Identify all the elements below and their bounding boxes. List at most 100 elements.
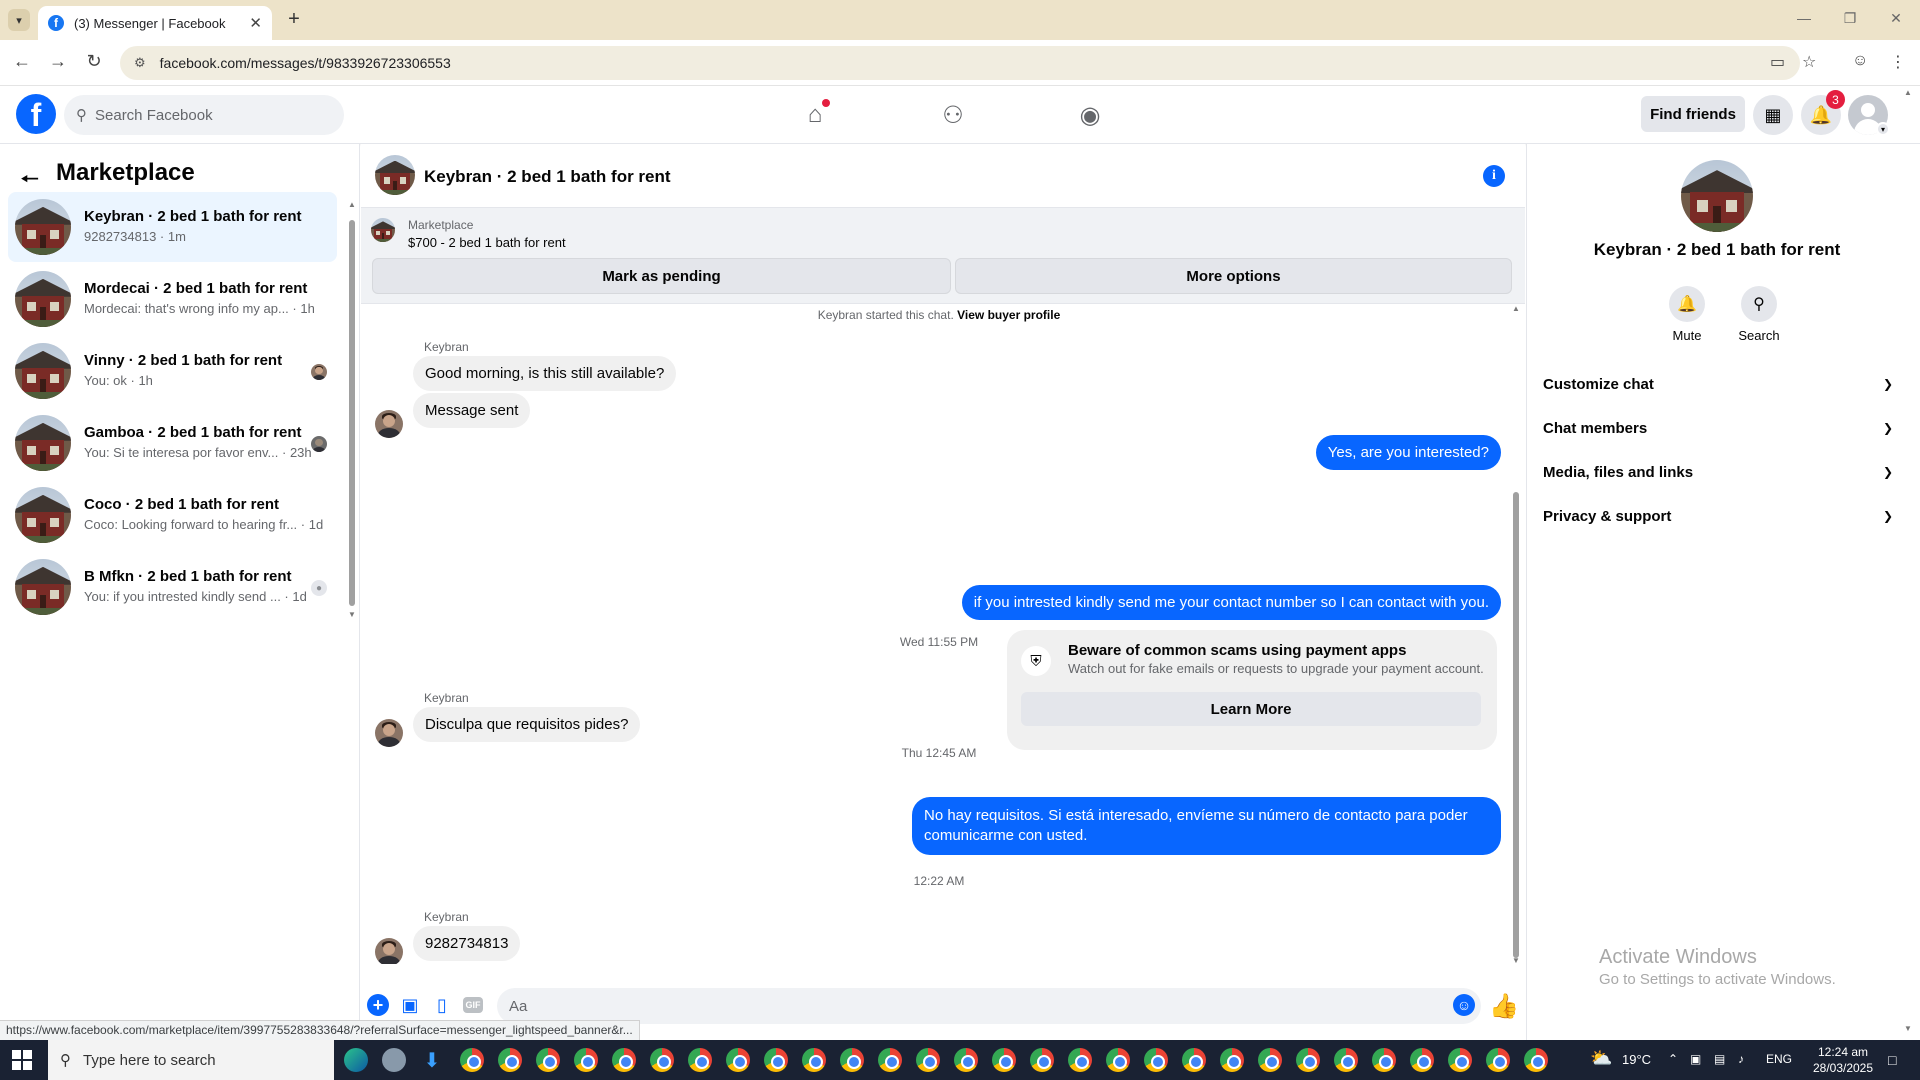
chrome-icon[interactable]: [1258, 1048, 1282, 1072]
conversation-item[interactable]: Vinny · 2 bed 1 bath for rent You: ok · …: [8, 336, 337, 406]
tab-search-button[interactable]: ▾: [8, 9, 30, 31]
site-settings-icon[interactable]: ⚙: [134, 55, 146, 71]
action-center-icon[interactable]: □: [1888, 1052, 1896, 1068]
chrome-icon[interactable]: [878, 1048, 902, 1072]
chrome-icon[interactable]: [954, 1048, 978, 1072]
chrome-icon[interactable]: [650, 1048, 674, 1072]
chrome-icon[interactable]: [1220, 1048, 1244, 1072]
customize-chat-section[interactable]: Customize chat ❯: [1543, 364, 1893, 404]
view-buyer-profile-link[interactable]: View buyer profile: [957, 308, 1060, 322]
emoji-icon[interactable]: ☺: [1453, 994, 1475, 1016]
media-files-links-section[interactable]: Media, files and links ❯: [1543, 452, 1893, 492]
minimize-window-icon[interactable]: —: [1792, 10, 1816, 26]
chrome-icon[interactable]: [460, 1048, 484, 1072]
chrome-icon[interactable]: [1030, 1048, 1054, 1072]
listing-title[interactable]: $700 - 2 bed 1 bath for rent: [408, 235, 566, 250]
sender-avatar[interactable]: [375, 410, 403, 438]
mute-button[interactable]: 🔔 Mute: [1657, 286, 1717, 343]
weather-icon[interactable]: ⛅: [1590, 1048, 1612, 1069]
home-icon[interactable]: ⌂: [798, 98, 832, 132]
chrome-icon[interactable]: [1372, 1048, 1396, 1072]
windows-start-icon[interactable]: [12, 1050, 32, 1070]
network-icon[interactable]: ▤: [1714, 1052, 1725, 1066]
chrome-icon[interactable]: [1410, 1048, 1434, 1072]
info-icon[interactable]: i: [1483, 165, 1505, 187]
thumbs-up-icon[interactable]: 👍: [1489, 992, 1519, 1021]
sender-avatar[interactable]: [375, 719, 403, 747]
chrome-icon[interactable]: [916, 1048, 940, 1072]
chat-title[interactable]: Keybran · 2 bed 1 bath for rent: [424, 167, 671, 187]
attach-photo-icon[interactable]: ▣: [399, 994, 421, 1016]
taskbar-clock[interactable]: 12:24 am 28/03/2025: [1806, 1044, 1880, 1076]
chrome-icon[interactable]: [1144, 1048, 1168, 1072]
chrome-icon[interactable]: [1524, 1048, 1548, 1072]
privacy-support-section[interactable]: Privacy & support ❯: [1543, 496, 1893, 536]
sticker-icon[interactable]: ▯: [431, 994, 453, 1016]
chrome-icon[interactable]: [764, 1048, 788, 1072]
outgoing-message[interactable]: Yes, are you interested?: [1315, 435, 1501, 470]
chrome-icon[interactable]: [1296, 1048, 1320, 1072]
chrome-icon[interactable]: [802, 1048, 826, 1072]
conversation-item[interactable]: Coco · 2 bed 1 bath for rent Coco: Looki…: [8, 480, 337, 550]
conversation-item[interactable]: Keybran · 2 bed 1 bath for rent 92827348…: [8, 192, 337, 262]
chat-scrollbar[interactable]: ▲ ▼: [1511, 304, 1521, 968]
message-input[interactable]: Aa: [497, 988, 1481, 1024]
chrome-icon[interactable]: [1106, 1048, 1130, 1072]
chrome-icon[interactable]: [992, 1048, 1016, 1072]
chrome-icon[interactable]: [498, 1048, 522, 1072]
more-actions-plus-icon[interactable]: +: [367, 994, 389, 1016]
install-app-icon[interactable]: ▭: [1770, 52, 1785, 72]
facebook-search-input[interactable]: ⚲ Search Facebook: [64, 95, 344, 135]
sender-avatar[interactable]: [375, 938, 403, 964]
chrome-icon[interactable]: [1448, 1048, 1472, 1072]
contact-avatar[interactable]: [1681, 160, 1753, 232]
forward-arrow-icon[interactable]: →: [46, 51, 70, 72]
chrome-icon[interactable]: [612, 1048, 636, 1072]
friends-icon[interactable]: ⚇: [936, 98, 970, 132]
address-bar[interactable]: ⚙ facebook.com/messages/t/98339267233065…: [120, 46, 1800, 80]
browser-tab-messenger[interactable]: f (3) Messenger | Facebook ✕: [38, 6, 272, 40]
listing-thumbnail[interactable]: [371, 218, 395, 242]
gif-icon[interactable]: GIF: [463, 997, 483, 1013]
outgoing-message[interactable]: No hay requisitos. Si está interesado, e…: [912, 797, 1501, 855]
bookmark-star-icon[interactable]: ☆: [1802, 52, 1816, 72]
groups-icon[interactable]: ◉: [1073, 98, 1107, 132]
chat-members-section[interactable]: Chat members ❯: [1543, 408, 1893, 448]
chrome-icon[interactable]: [1334, 1048, 1358, 1072]
edge-browser-icon[interactable]: [344, 1048, 368, 1072]
chrome-icon[interactable]: [1486, 1048, 1510, 1072]
chrome-icon[interactable]: [536, 1048, 560, 1072]
chat-avatar[interactable]: [375, 155, 415, 195]
conversation-item[interactable]: Mordecai · 2 bed 1 bath for rent Mordeca…: [8, 264, 337, 334]
more-options-button[interactable]: More options: [955, 258, 1512, 294]
language-indicator[interactable]: ENG: [1766, 1052, 1792, 1066]
show-hidden-icons-icon[interactable]: ⌃: [1668, 1052, 1678, 1066]
outgoing-message[interactable]: if you intrested kindly send me your con…: [961, 585, 1501, 620]
chrome-icon[interactable]: [1182, 1048, 1206, 1072]
new-tab-button[interactable]: +: [282, 8, 306, 31]
browser-menu-icon[interactable]: ⋮: [1890, 52, 1906, 72]
volume-icon[interactable]: ♪: [1738, 1052, 1744, 1066]
conversation-item[interactable]: Gamboa · 2 bed 1 bath for rent You: Si t…: [8, 408, 337, 478]
account-caret-icon[interactable]: ▾: [1876, 122, 1890, 136]
incoming-message[interactable]: Good morning, is this still available?: [413, 356, 677, 391]
temperature-text[interactable]: 19°C: [1622, 1052, 1651, 1067]
restore-window-icon[interactable]: ❐: [1838, 10, 1862, 27]
incoming-message[interactable]: 9282734813: [413, 926, 521, 961]
chrome-icon[interactable]: [1068, 1048, 1092, 1072]
browser-profile-icon[interactable]: ☺: [1852, 52, 1868, 70]
conversation-list-scrollbar[interactable]: ▲ ▼: [348, 200, 356, 620]
search-conversation-button[interactable]: ⚲ Search: [1729, 286, 1789, 343]
page-scroll-up-icon[interactable]: ▲: [1904, 88, 1912, 97]
back-arrow-icon[interactable]: ←: [10, 51, 34, 72]
incoming-message[interactable]: Disculpa que requisitos pides?: [413, 707, 641, 742]
notifications-bell-icon[interactable]: 🔔 3: [1801, 90, 1845, 135]
reload-icon[interactable]: ↻: [82, 51, 106, 72]
incoming-message[interactable]: Message sent: [413, 393, 531, 428]
chrome-icon[interactable]: [726, 1048, 750, 1072]
meet-now-icon[interactable]: ▣: [1690, 1052, 1701, 1066]
chrome-icon[interactable]: [688, 1048, 712, 1072]
find-friends-button[interactable]: Find friends: [1641, 96, 1745, 132]
menu-grid-icon[interactable]: ▦: [1753, 95, 1793, 135]
close-window-icon[interactable]: ✕: [1884, 10, 1908, 27]
